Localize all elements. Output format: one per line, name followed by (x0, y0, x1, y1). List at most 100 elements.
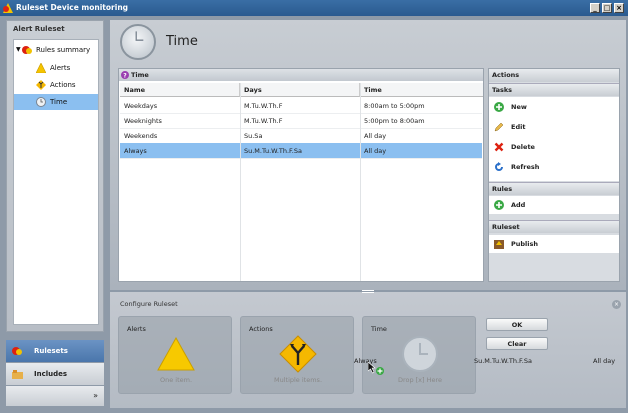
actions-diamond-icon (36, 80, 46, 90)
splitter-grip[interactable] (362, 290, 374, 293)
time-header-clock-icon (120, 24, 156, 60)
alert-ruleset-title: Alert Ruleset (13, 25, 65, 33)
tree-item-alerts[interactable]: Alerts (14, 60, 98, 76)
tree-item-label: Actions (50, 81, 76, 89)
drag-preview-time: All day (593, 357, 616, 365)
publish-icon (494, 240, 504, 249)
publish-button-label: Publish (511, 240, 538, 248)
alert-triangle-icon (36, 63, 46, 73)
ruleset-header: Ruleset (489, 220, 619, 233)
maximize-button[interactable]: □ (602, 3, 612, 13)
column-header-time[interactable]: Time (360, 83, 483, 97)
column-divider (240, 83, 241, 281)
pencil-icon (494, 122, 504, 132)
configure-ruleset-title: Configure Ruleset (120, 300, 178, 308)
grid-panel-header: ? Time (119, 69, 483, 81)
table-row[interactable]: Weekdays M.Tu.W.Th.F 8:00am to 5:00pm (120, 98, 482, 114)
actions-panel: Actions Tasks New Edit Delete Refresh Ru… (488, 68, 620, 282)
ok-button[interactable]: OK (486, 318, 548, 331)
add-button-label: Add (511, 201, 526, 209)
actions-diamond-icon (279, 335, 317, 373)
alert-ruleset-panel: Alert Ruleset ▼ Rules summary Alerts Act… (6, 20, 104, 332)
close-configure-icon[interactable]: × (612, 300, 621, 309)
tree-item-label: Time (50, 98, 68, 106)
drag-preview-days: Su.M.Tu.W.Th.F.Sa (474, 357, 532, 365)
clear-button[interactable]: Clear (486, 337, 548, 350)
nav-rulesets[interactable]: Rulesets (6, 340, 104, 362)
cell-days: Su.Sa (244, 132, 263, 140)
ruleset-tree: ▼ Rules summary Alerts Actions Time (13, 39, 99, 325)
clock-icon (402, 336, 438, 372)
alerts-dropzone-label: Alerts (127, 325, 146, 333)
nav-expand-chevron: » (93, 391, 98, 400)
cell-time: 8:00am to 5:00pm (364, 102, 425, 110)
cell-time: All day (364, 147, 387, 155)
refresh-icon (495, 162, 503, 171)
time-dropzone-hint: Drop [x] Here (397, 376, 443, 384)
grid-panel-title: Time (131, 71, 149, 79)
time-dropzone-label: Time (371, 325, 387, 333)
column-divider (360, 83, 361, 281)
help-icon[interactable]: ? (121, 71, 129, 79)
table-row[interactable]: Weeknights M.Tu.W.Th.F 5:00pm to 8:00am (120, 113, 482, 129)
minimize-button[interactable]: _ (590, 3, 600, 13)
edit-button-label: Edit (511, 123, 526, 131)
actions-dropzone-count: Multiple items. (273, 376, 323, 384)
table-row[interactable]: Weekends Su.Sa All day (120, 128, 482, 144)
nav-rulesets-label: Rulesets (34, 347, 68, 355)
cell-name: Weekends (124, 132, 158, 140)
column-header-name[interactable]: Name (120, 83, 240, 97)
nav-includes[interactable]: Includes (6, 363, 104, 385)
tree-item-actions[interactable]: Actions (14, 77, 98, 93)
delete-x-icon (494, 142, 504, 152)
cell-name: Always (124, 147, 147, 155)
rules-header: Rules (489, 182, 619, 195)
close-button[interactable]: × (614, 3, 624, 13)
delete-button-label: Delete (511, 143, 535, 151)
tree-item-label: Alerts (50, 64, 71, 72)
plus-icon (494, 200, 504, 210)
new-button[interactable]: New (489, 98, 619, 116)
alerts-dropzone[interactable]: Alerts One item. (118, 316, 232, 394)
rulesets-icon (12, 347, 22, 355)
new-button-label: New (511, 103, 527, 111)
tree-item-rules-summary[interactable]: ▼ Rules summary (14, 42, 98, 58)
nav-includes-label: Includes (34, 370, 68, 378)
nav-expand-button[interactable]: » (6, 386, 104, 406)
window-titlebar: Ruleset Device monitoring _ □ × (0, 0, 628, 16)
delete-button[interactable]: Delete (489, 138, 619, 156)
window-title: Ruleset Device monitoring (16, 3, 129, 12)
refresh-button[interactable]: Refresh (489, 158, 619, 176)
actions-dropzone[interactable]: Actions Multiple items. (240, 316, 354, 394)
publish-button[interactable]: Publish (489, 235, 619, 253)
clock-icon (36, 97, 46, 107)
plus-icon (494, 102, 504, 112)
cell-days: M.Tu.W.Th.F (244, 102, 283, 110)
table-row-selected[interactable]: Always Su.M.Tu.W.Th.F.Sa All day (120, 143, 482, 159)
add-button[interactable]: Add (489, 196, 619, 214)
time-grid-panel: ? Time Name Days Time Weekdays M.Tu.W.Th… (118, 68, 484, 282)
cell-days: M.Tu.W.Th.F (244, 117, 283, 125)
includes-icon (12, 370, 23, 379)
cell-time: 5:00pm to 8:00am (364, 117, 425, 125)
alert-triangle-icon (157, 337, 195, 371)
alerts-dropzone-count: One item. (159, 376, 193, 384)
column-header-days[interactable]: Days (240, 83, 360, 97)
actions-panel-title: Actions (489, 69, 619, 82)
time-dropzone[interactable]: Time Drop [x] Here (362, 316, 476, 394)
tree-item-label: Rules summary (36, 46, 91, 54)
svg-text:?: ? (123, 73, 127, 80)
cell-name: Weekdays (124, 102, 158, 110)
rules-summary-icon (22, 46, 32, 54)
app-icon (3, 3, 13, 13)
edit-button[interactable]: Edit (489, 118, 619, 136)
cell-days: Su.M.Tu.W.Th.F.Sa (244, 147, 302, 155)
tasks-header: Tasks (489, 83, 619, 96)
refresh-button-label: Refresh (511, 163, 540, 171)
cell-name: Weeknights (124, 117, 162, 125)
page-title: Time (166, 34, 198, 49)
drag-copy-cursor-icon (368, 362, 384, 375)
tree-expand-icon[interactable]: ▼ (16, 42, 21, 58)
tree-item-time[interactable]: Time (14, 94, 98, 110)
cell-time: All day (364, 132, 387, 140)
